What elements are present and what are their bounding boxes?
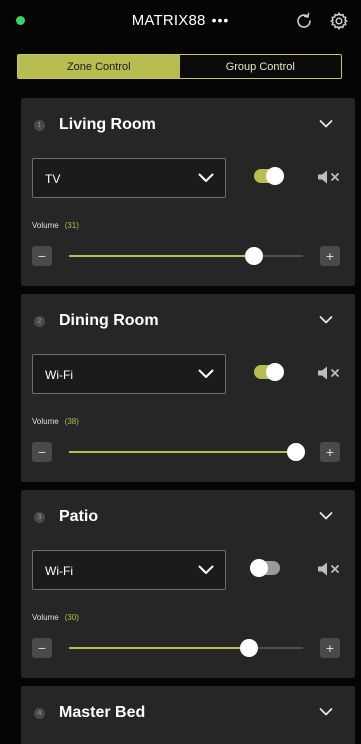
volume-up-button[interactable]: + (320, 638, 340, 658)
source-value: Wi-Fi (45, 564, 73, 578)
power-toggle[interactable] (254, 167, 284, 185)
zone-name: Patio (59, 508, 99, 525)
app-title: MATRIX88 (131, 12, 206, 29)
speaker-muted-icon[interactable] (316, 364, 342, 382)
zone-card-patio: 3 Patio Wi-Fi Volume (30) − + (21, 490, 355, 678)
zone-card-dining-room: 2 Dining Room Wi-Fi Volume (38) − + (21, 294, 355, 482)
volume-slider-fill (69, 647, 250, 649)
chevron-down-icon[interactable] (319, 511, 333, 521)
volume-value: (30) (64, 613, 79, 622)
zone-card-master-bed: 4 Master Bed (21, 686, 355, 744)
speaker-muted-icon[interactable] (316, 168, 342, 186)
toggle-knob (250, 559, 268, 577)
zone-card-living-room: 1 Living Room TV Volume (31) − + (21, 98, 355, 286)
source-select[interactable]: TV (32, 158, 226, 198)
volume-down-button[interactable]: − (32, 442, 52, 462)
volume-slider-thumb[interactable] (244, 247, 263, 265)
zone-index-badge: 1 (34, 120, 45, 131)
zone-index-badge: 3 (34, 512, 45, 523)
power-toggle[interactable] (254, 363, 284, 381)
volume-slider-thumb[interactable] (286, 443, 305, 461)
chevron-down-icon[interactable] (319, 707, 333, 717)
volume-label: Volume (31) (32, 221, 79, 230)
chevron-down-icon (198, 369, 214, 378)
source-value: Wi-Fi (45, 368, 73, 382)
chevron-down-icon[interactable] (319, 315, 333, 325)
zone-index-badge: 4 (34, 708, 45, 719)
chevron-down-icon (198, 173, 214, 182)
volume-down-button[interactable]: − (32, 246, 52, 266)
source-select[interactable]: Wi-Fi (32, 550, 226, 590)
more-options-icon[interactable]: ••• (212, 12, 230, 28)
source-value: TV (45, 172, 61, 186)
volume-label: Volume (30) (32, 613, 79, 622)
tab-zone-control[interactable]: Zone Control (18, 55, 180, 78)
volume-slider[interactable] (69, 443, 305, 461)
volume-up-button[interactable]: + (320, 246, 340, 266)
app-header: MATRIX88 ••• (0, 0, 361, 46)
refresh-icon[interactable] (294, 11, 314, 31)
zone-name: Master Bed (59, 704, 146, 721)
volume-value: (38) (64, 417, 79, 426)
chevron-down-icon[interactable] (319, 119, 333, 129)
volume-slider-fill (69, 451, 296, 453)
zone-name: Dining Room (59, 312, 159, 329)
zone-index-badge: 2 (34, 316, 45, 327)
toggle-knob (266, 363, 284, 381)
toggle-knob (266, 167, 284, 185)
power-toggle[interactable] (250, 559, 280, 577)
volume-down-button[interactable]: − (32, 638, 52, 658)
volume-slider-fill (69, 255, 254, 257)
volume-value: (31) (64, 221, 79, 230)
chevron-down-icon (198, 565, 214, 574)
source-select[interactable]: Wi-Fi (32, 354, 226, 394)
volume-slider[interactable] (69, 639, 303, 657)
control-tabs: Zone Control Group Control (17, 54, 342, 79)
volume-up-button[interactable]: + (320, 442, 340, 462)
gear-icon[interactable] (329, 11, 349, 31)
tab-group-control[interactable]: Group Control (179, 55, 341, 78)
speaker-muted-icon[interactable] (316, 560, 342, 578)
zone-name: Living Room (59, 116, 156, 133)
volume-slider-thumb[interactable] (240, 639, 259, 657)
volume-slider[interactable] (69, 247, 303, 265)
volume-label: Volume (38) (32, 417, 79, 426)
